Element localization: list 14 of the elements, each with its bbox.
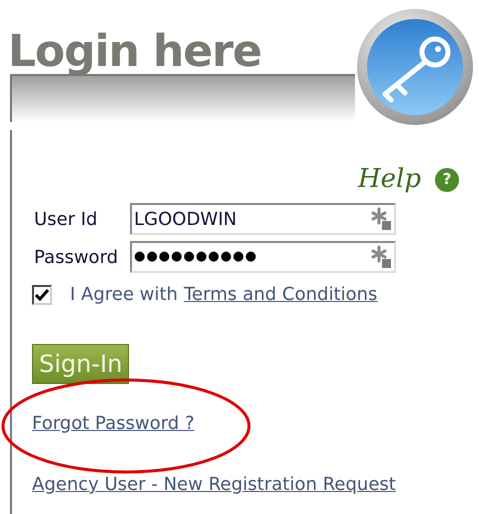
terms-link[interactable]: Terms and Conditions [184, 281, 378, 308]
keyboard-icon[interactable] [370, 245, 392, 269]
help-link[interactable]: Help [358, 160, 421, 199]
field-label: User Id [33, 208, 98, 232]
agree-checkbox[interactable] [32, 284, 52, 304]
keyboard-icon[interactable] [370, 207, 392, 231]
input-field[interactable]: LGOODWIN [130, 203, 396, 235]
help-icon[interactable]: ? [435, 168, 459, 192]
page-title: Login here [7, 30, 262, 74]
text-link[interactable]: Agency User - New Registration Request [32, 474, 396, 495]
input-field[interactable]: ●●●●●●●●●● [130, 241, 396, 273]
field-label: Password [33, 246, 120, 270]
text-link[interactable]: Forgot Password ? [32, 413, 194, 434]
agree-label: I Agree with [70, 283, 178, 307]
